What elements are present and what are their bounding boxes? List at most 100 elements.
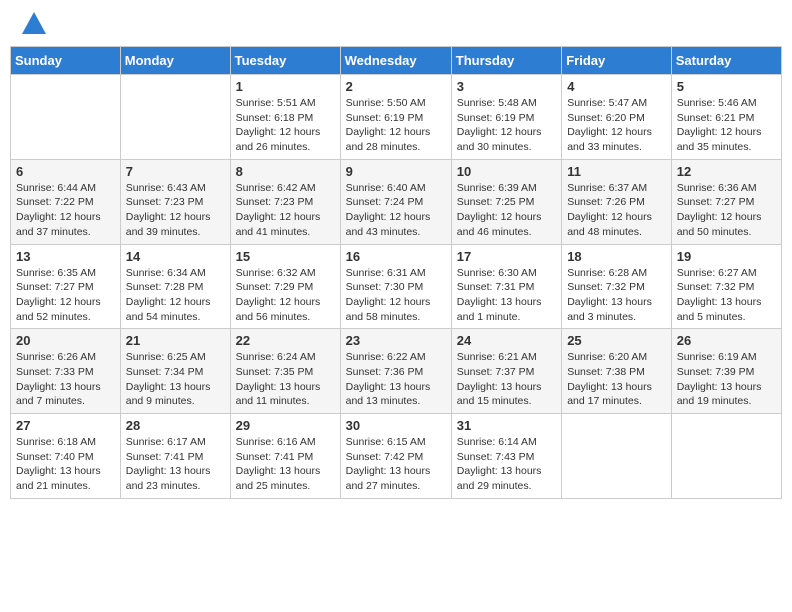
day-info: Sunrise: 6:32 AM Sunset: 7:29 PM Dayligh… (236, 266, 335, 325)
day-number: 3 (457, 79, 556, 94)
day-info: Sunrise: 6:37 AM Sunset: 7:26 PM Dayligh… (567, 181, 666, 240)
day-number: 28 (126, 418, 225, 433)
calendar-cell (120, 75, 230, 160)
calendar-cell: 16 Sunrise: 6:31 AM Sunset: 7:30 PM Dayli… (340, 244, 451, 329)
calendar-cell: 23 Sunrise: 6:22 AM Sunset: 7:36 PM Dayli… (340, 329, 451, 414)
calendar-cell: 2 Sunrise: 5:50 AM Sunset: 6:19 PM Daylig… (340, 75, 451, 160)
day-number: 31 (457, 418, 556, 433)
day-number: 30 (346, 418, 446, 433)
calendar-cell: 10 Sunrise: 6:39 AM Sunset: 7:25 PM Dayli… (451, 159, 561, 244)
day-info: Sunrise: 6:40 AM Sunset: 7:24 PM Dayligh… (346, 181, 446, 240)
day-info: Sunrise: 6:25 AM Sunset: 7:34 PM Dayligh… (126, 350, 225, 409)
calendar-week-row: 20 Sunrise: 6:26 AM Sunset: 7:33 PM Dayli… (11, 329, 782, 414)
day-info: Sunrise: 6:20 AM Sunset: 7:38 PM Dayligh… (567, 350, 666, 409)
day-info: Sunrise: 6:27 AM Sunset: 7:32 PM Dayligh… (677, 266, 776, 325)
calendar-cell: 7Sunrise: 6:43 AM Sunset: 7:23 PM Daylig… (120, 159, 230, 244)
day-number: 20 (16, 333, 115, 348)
calendar-cell: 19Sunrise: 6:27 AM Sunset: 7:32 PM Dayli… (671, 244, 781, 329)
day-number: 18 (567, 249, 666, 264)
calendar-cell: 17 Sunrise: 6:30 AM Sunset: 7:31 PM Dayli… (451, 244, 561, 329)
calendar-cell: 31Sunrise: 6:14 AM Sunset: 7:43 PM Dayli… (451, 414, 561, 499)
calendar-cell: 29 Sunrise: 6:16 AM Sunset: 7:41 PM Dayli… (230, 414, 340, 499)
day-number: 11 (567, 164, 666, 179)
calendar-week-row: 6 Sunrise: 6:44 AM Sunset: 7:22 PM Daylig… (11, 159, 782, 244)
day-info: Sunrise: 6:26 AM Sunset: 7:33 PM Dayligh… (16, 350, 115, 409)
column-header-sunday: Sunday (11, 47, 121, 75)
day-info: Sunrise: 5:50 AM Sunset: 6:19 PM Dayligh… (346, 96, 446, 155)
page-header (10, 10, 782, 38)
calendar-cell: 24 Sunrise: 6:21 AM Sunset: 7:37 PM Dayli… (451, 329, 561, 414)
day-info: Sunrise: 6:34 AM Sunset: 7:28 PM Dayligh… (126, 266, 225, 325)
day-number: 12 (677, 164, 776, 179)
day-number: 8 (236, 164, 335, 179)
logo-icon (20, 10, 48, 38)
calendar-cell: 28 Sunrise: 6:17 AM Sunset: 7:41 PM Dayli… (120, 414, 230, 499)
calendar-cell (562, 414, 672, 499)
calendar-cell (671, 414, 781, 499)
calendar-cell: 18 Sunrise: 6:28 AM Sunset: 7:32 PM Dayli… (562, 244, 672, 329)
day-info: Sunrise: 6:36 AM Sunset: 7:27 PM Dayligh… (677, 181, 776, 240)
day-info: Sunrise: 6:35 AM Sunset: 7:27 PM Dayligh… (16, 266, 115, 325)
day-info: Sunrise: 5:47 AM Sunset: 6:20 PM Dayligh… (567, 96, 666, 155)
day-info: Sunrise: 6:17 AM Sunset: 7:41 PM Dayligh… (126, 435, 225, 494)
day-number: 29 (236, 418, 335, 433)
calendar-cell (11, 75, 121, 160)
column-header-tuesday: Tuesday (230, 47, 340, 75)
calendar-header-row: SundayMondayTuesdayWednesdayThursdayFrid… (11, 47, 782, 75)
day-info: Sunrise: 6:21 AM Sunset: 7:37 PM Dayligh… (457, 350, 556, 409)
calendar-cell: 11 Sunrise: 6:37 AM Sunset: 7:26 PM Dayli… (562, 159, 672, 244)
day-number: 23 (346, 333, 446, 348)
day-number: 16 (346, 249, 446, 264)
day-info: Sunrise: 6:28 AM Sunset: 7:32 PM Dayligh… (567, 266, 666, 325)
day-info: Sunrise: 6:42 AM Sunset: 7:23 PM Dayligh… (236, 181, 335, 240)
calendar-cell: 25Sunrise: 6:20 AM Sunset: 7:38 PM Dayli… (562, 329, 672, 414)
day-number: 6 (16, 164, 115, 179)
calendar-cell: 27 Sunrise: 6:18 AM Sunset: 7:40 PM Dayli… (11, 414, 121, 499)
day-number: 2 (346, 79, 446, 94)
day-number: 15 (236, 249, 335, 264)
calendar-cell: 3Sunrise: 5:48 AM Sunset: 6:19 PM Daylig… (451, 75, 561, 160)
logo (14, 10, 48, 38)
calendar-cell: 6 Sunrise: 6:44 AM Sunset: 7:22 PM Daylig… (11, 159, 121, 244)
calendar-cell: 13 Sunrise: 6:35 AM Sunset: 7:27 PM Dayli… (11, 244, 121, 329)
day-number: 24 (457, 333, 556, 348)
day-number: 27 (16, 418, 115, 433)
calendar-cell: 9 Sunrise: 6:40 AM Sunset: 7:24 PM Daylig… (340, 159, 451, 244)
day-info: Sunrise: 6:43 AM Sunset: 7:23 PM Dayligh… (126, 181, 225, 240)
day-info: Sunrise: 6:15 AM Sunset: 7:42 PM Dayligh… (346, 435, 446, 494)
day-info: Sunrise: 6:44 AM Sunset: 7:22 PM Dayligh… (16, 181, 115, 240)
calendar-cell: 20 Sunrise: 6:26 AM Sunset: 7:33 PM Dayli… (11, 329, 121, 414)
day-number: 21 (126, 333, 225, 348)
day-info: Sunrise: 6:16 AM Sunset: 7:41 PM Dayligh… (236, 435, 335, 494)
day-number: 1 (236, 79, 335, 94)
calendar-week-row: 27 Sunrise: 6:18 AM Sunset: 7:40 PM Dayli… (11, 414, 782, 499)
day-number: 9 (346, 164, 446, 179)
calendar-cell: 21 Sunrise: 6:25 AM Sunset: 7:34 PM Dayli… (120, 329, 230, 414)
day-number: 13 (16, 249, 115, 264)
day-info: Sunrise: 6:22 AM Sunset: 7:36 PM Dayligh… (346, 350, 446, 409)
calendar-cell: 12 Sunrise: 6:36 AM Sunset: 7:27 PM Dayli… (671, 159, 781, 244)
day-number: 5 (677, 79, 776, 94)
calendar-week-row: 13 Sunrise: 6:35 AM Sunset: 7:27 PM Dayli… (11, 244, 782, 329)
column-header-saturday: Saturday (671, 47, 781, 75)
day-number: 10 (457, 164, 556, 179)
calendar-cell: 4Sunrise: 5:47 AM Sunset: 6:20 PM Daylig… (562, 75, 672, 160)
column-header-thursday: Thursday (451, 47, 561, 75)
day-info: Sunrise: 6:31 AM Sunset: 7:30 PM Dayligh… (346, 266, 446, 325)
calendar-cell: 15 Sunrise: 6:32 AM Sunset: 7:29 PM Dayli… (230, 244, 340, 329)
day-number: 26 (677, 333, 776, 348)
day-info: Sunrise: 6:19 AM Sunset: 7:39 PM Dayligh… (677, 350, 776, 409)
day-info: Sunrise: 6:18 AM Sunset: 7:40 PM Dayligh… (16, 435, 115, 494)
day-info: Sunrise: 5:51 AM Sunset: 6:18 PM Dayligh… (236, 96, 335, 155)
day-number: 17 (457, 249, 556, 264)
calendar-table: SundayMondayTuesdayWednesdayThursdayFrid… (10, 46, 782, 499)
column-header-friday: Friday (562, 47, 672, 75)
calendar-cell: 30 Sunrise: 6:15 AM Sunset: 7:42 PM Dayli… (340, 414, 451, 499)
day-info: Sunrise: 6:39 AM Sunset: 7:25 PM Dayligh… (457, 181, 556, 240)
day-number: 22 (236, 333, 335, 348)
calendar-cell: 5Sunrise: 5:46 AM Sunset: 6:21 PM Daylig… (671, 75, 781, 160)
day-info: Sunrise: 6:30 AM Sunset: 7:31 PM Dayligh… (457, 266, 556, 325)
calendar-cell: 26 Sunrise: 6:19 AM Sunset: 7:39 PM Dayli… (671, 329, 781, 414)
column-header-monday: Monday (120, 47, 230, 75)
day-number: 14 (126, 249, 225, 264)
